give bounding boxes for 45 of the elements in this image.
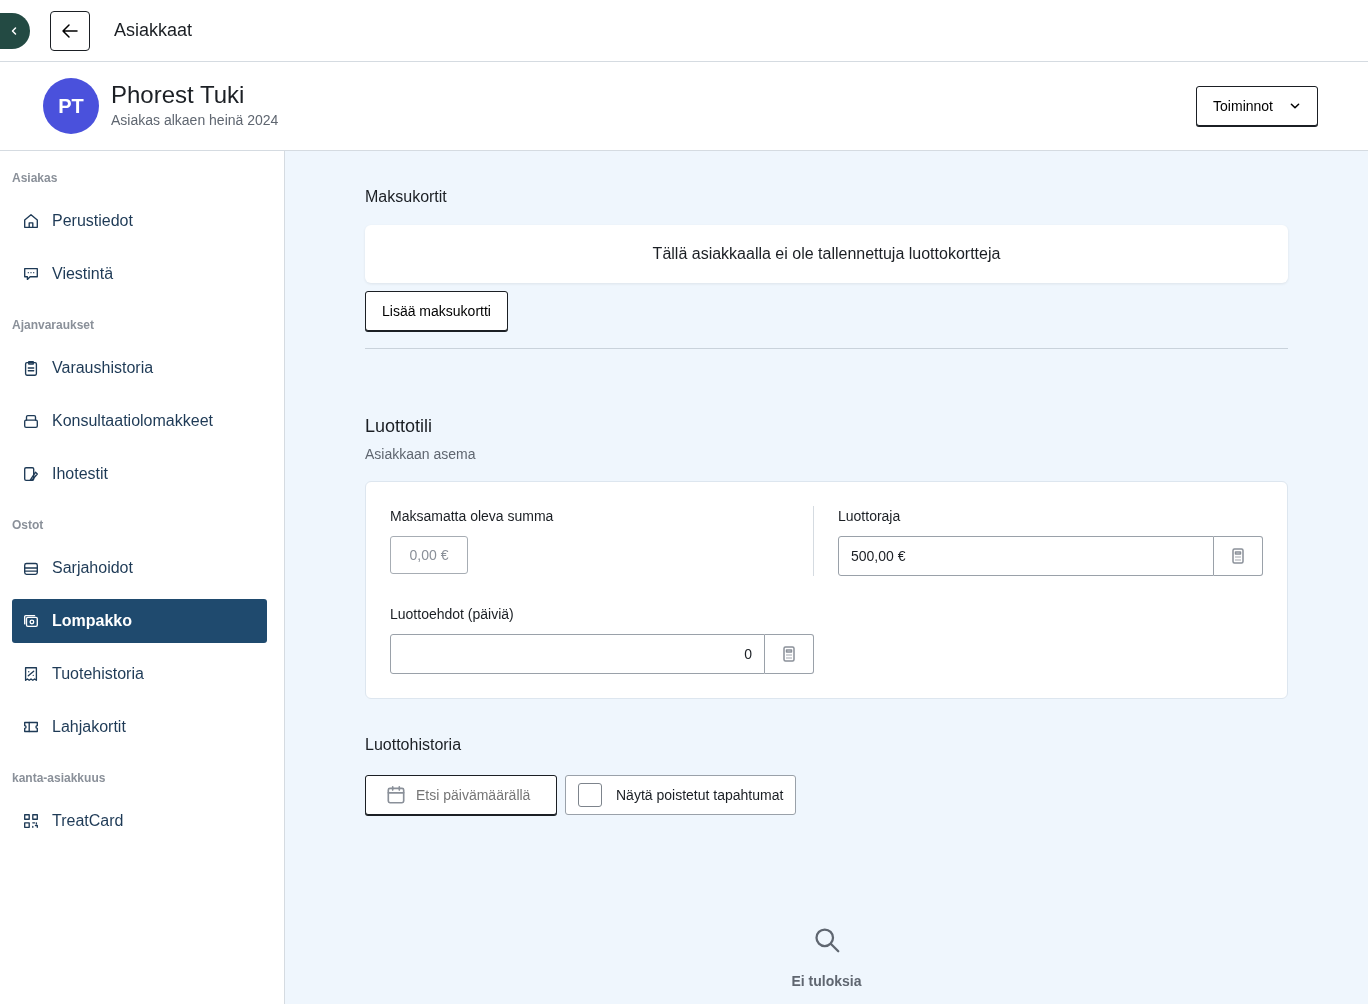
receipt-icon: [22, 665, 40, 683]
section-subtitle: Asiakkaan asema: [365, 445, 477, 464]
sidebar-heading: Ajanvaraukset: [12, 317, 96, 334]
sidebar-item[interactable]: Perustiedot: [12, 199, 267, 243]
calculator-button[interactable]: [765, 634, 814, 674]
sidebar-heading: Ostot: [12, 517, 45, 534]
actions-dropdown[interactable]: Toiminnot: [1196, 86, 1318, 126]
collapse-button[interactable]: [0, 12, 30, 49]
home-icon: [22, 212, 40, 230]
field-label: Maksamatta oleva summa: [390, 507, 555, 526]
sidebar-heading: kanta-asiakkuus: [12, 770, 107, 787]
avatar: PT: [43, 78, 99, 134]
credit-terms-field[interactable]: 0: [390, 634, 765, 674]
sidebar-item[interactable]: Lompakko: [12, 599, 267, 643]
sidebar-item[interactable]: Varaushistoria: [12, 346, 267, 390]
sidebar-item[interactable]: Viestintä: [12, 252, 267, 296]
client-name: Phorest Tuki: [111, 81, 246, 110]
client-since: Asiakas alkaen heinä 2024: [111, 110, 279, 130]
add-card-button[interactable]: Lisää maksukortti: [365, 291, 508, 331]
wallet-icon: [22, 612, 40, 630]
sidebar-item[interactable]: Lahjakortit: [12, 705, 267, 749]
sidebar-item[interactable]: Sarjahoidot: [12, 546, 267, 590]
date-search-field[interactable]: Etsi päivämäärällä: [365, 775, 557, 815]
qr-code-icon: [22, 812, 40, 830]
section-title: Maksukortit: [365, 187, 448, 207]
calculator-button[interactable]: [1214, 536, 1263, 576]
sidebar-item[interactable]: Tuotehistoria: [12, 652, 267, 696]
no-results-text: Ei tuloksia: [791, 972, 862, 991]
credit-limit-field[interactable]: 500,00 €: [838, 536, 1214, 576]
chat-icon: [22, 265, 40, 283]
field-label: Luottoraja: [838, 507, 902, 526]
sidebar-item[interactable]: Ihotestit: [12, 452, 267, 496]
empty-message: Tällä asiakkaalla ei ole tallennettuja luottokortteja: [365, 225, 1288, 283]
section-title: Luottohistoria: [365, 735, 463, 755]
show-deleted-checkbox[interactable]: Näytä poistetut tapahtumat: [565, 775, 797, 815]
clipboard-icon: [22, 359, 40, 377]
field-label: Luottoehdot (päiviä): [390, 605, 515, 624]
calendar-icon: [385, 784, 407, 806]
chevron-left-icon: [9, 25, 19, 36]
section-title: Luottotili: [365, 415, 434, 438]
sidebar-item[interactable]: Konsultaatiolomakkeet: [12, 399, 267, 443]
sidebar-item[interactable]: TreatCard: [12, 799, 267, 843]
sidebar-heading: Asiakas: [12, 170, 59, 187]
back-button[interactable]: [50, 10, 90, 51]
page-title: Asiakkaat: [114, 19, 193, 42]
